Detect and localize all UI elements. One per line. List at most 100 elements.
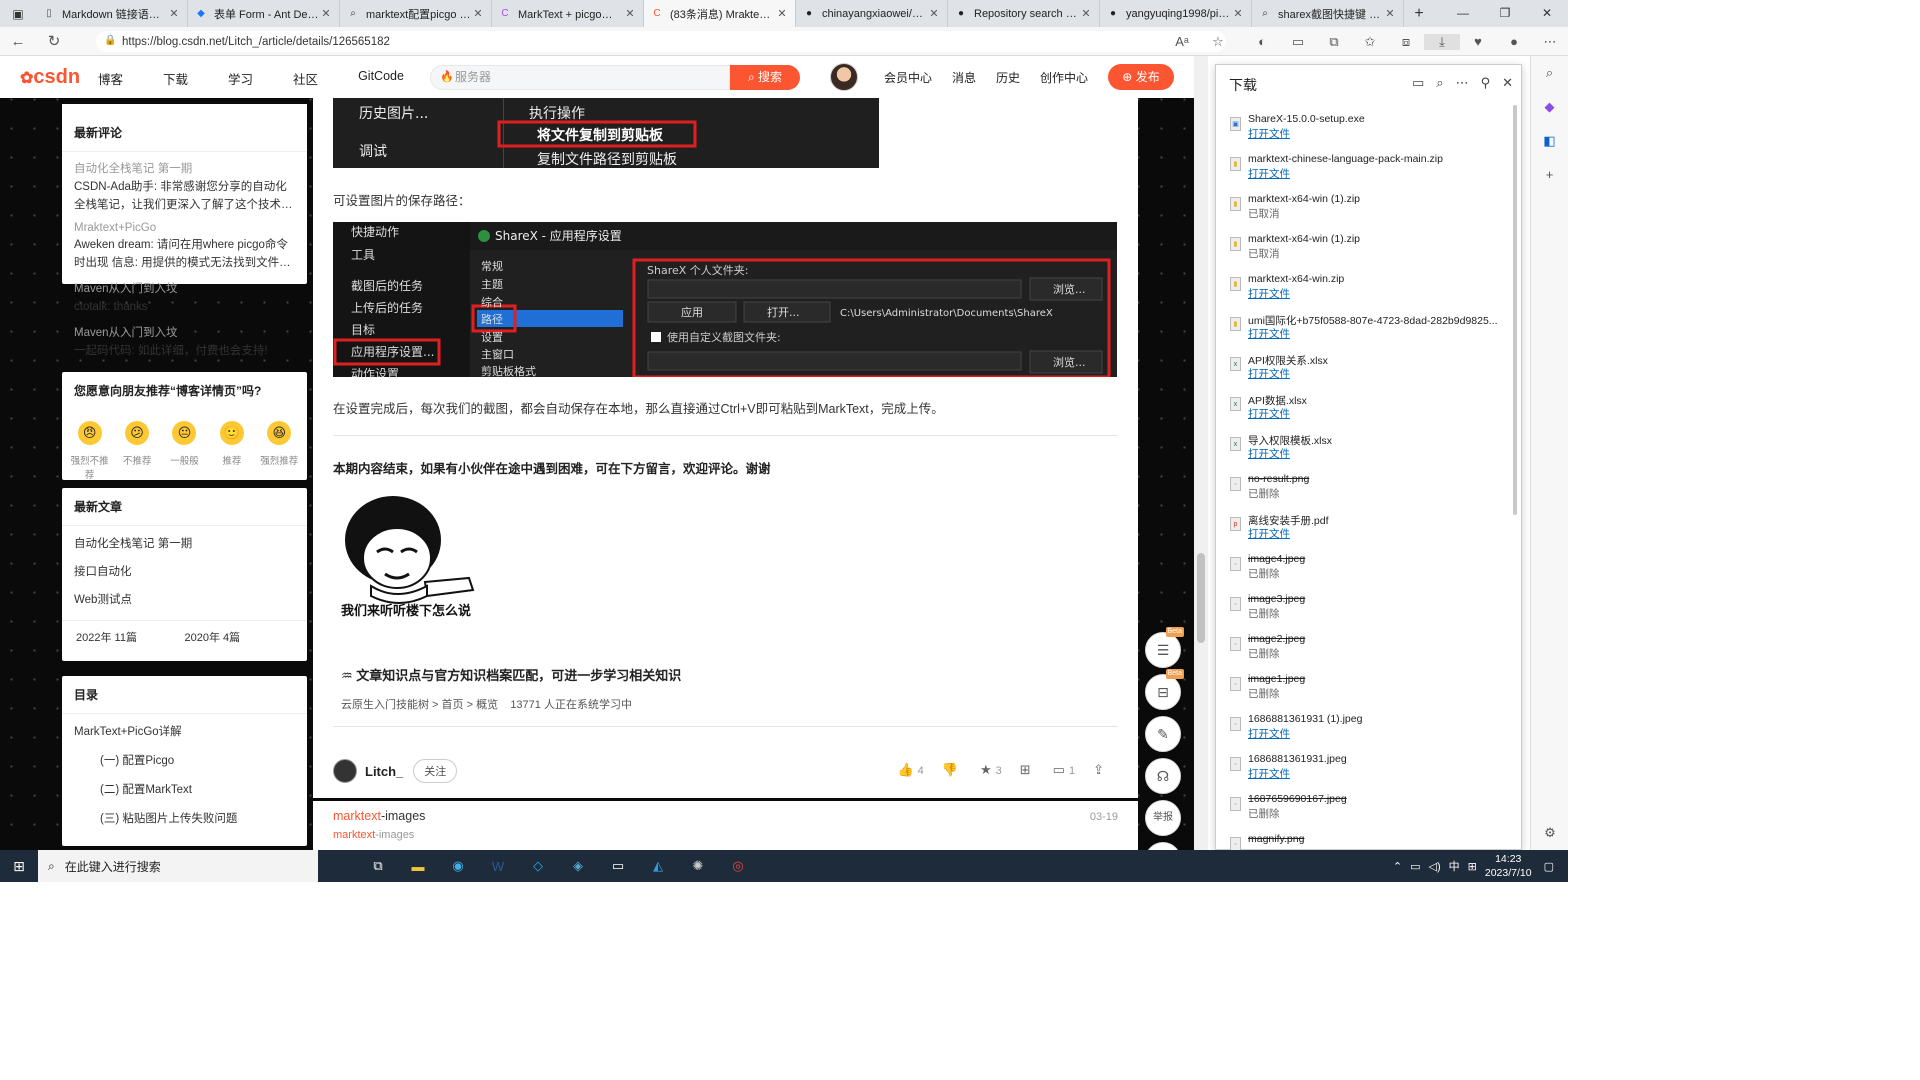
browser-tab[interactable]: C MarkText + picgo图床 ✕ — [492, 0, 644, 27]
page-scrollbar[interactable] — [1194, 56, 1208, 850]
refresh-button[interactable]: ↻ — [36, 32, 72, 50]
download-item[interactable]: ▫ image4.jpeg 已删除 — [1228, 553, 1518, 593]
recommend-option[interactable]: 🙂 推荐 — [210, 421, 254, 481]
latest-article-link[interactable]: 接口自动化 — [62, 558, 307, 586]
app-icon[interactable]: ◭ — [638, 850, 678, 882]
tab-close-icon[interactable]: ✕ — [1383, 7, 1397, 20]
browser-tab[interactable]: ● chinayangxiaowei/mar ✕ — [796, 0, 948, 27]
user-avatar[interactable] — [830, 63, 858, 91]
download-item[interactable]: ▣ ShareX-15.0.0-setup.exe 打开文件 — [1228, 113, 1518, 153]
tab-close-icon[interactable]: ✕ — [319, 7, 333, 20]
extensions-icon[interactable]: ⧉ — [1316, 34, 1352, 50]
toc-item[interactable]: (二) 配置MarkText — [74, 776, 295, 805]
tab-close-icon[interactable]: ✕ — [1231, 7, 1245, 20]
comment-article-link[interactable]: Maven从入门到入坟 — [74, 324, 295, 340]
collections-icon[interactable]: ⧈ — [1388, 34, 1424, 50]
tab-close-icon[interactable]: ✕ — [1079, 7, 1093, 20]
download-item[interactable]: x API数据.xlsx 打开文件 — [1228, 393, 1518, 433]
clock[interactable]: 14:23 2023/7/10 — [1485, 852, 1532, 880]
new-tab-button[interactable]: + — [1404, 5, 1434, 23]
tab-close-icon[interactable]: ✕ — [471, 7, 485, 20]
favorite-button[interactable]: ★ 3 — [980, 762, 1002, 778]
ime-indicator[interactable]: 中 — [1449, 858, 1460, 874]
add-icon[interactable]: + — [1531, 158, 1568, 192]
profile-icon[interactable]: ● — [1496, 34, 1532, 49]
open-file-link[interactable]: 打开文件 — [1248, 366, 1290, 381]
scrollbar-thumb[interactable] — [1197, 553, 1205, 643]
open-file-link[interactable]: 打开文件 — [1248, 446, 1290, 461]
browser-essentials-icon[interactable]: ♥ — [1460, 34, 1496, 49]
vscode-icon[interactable]: ◇ — [518, 850, 558, 882]
download-item[interactable]: x 导入权限模板.xlsx 打开文件 — [1228, 433, 1518, 473]
report-button[interactable]: 举报 — [1145, 800, 1181, 836]
comment-text[interactable]: ctotalk: thanks — [74, 298, 295, 316]
windows-start-icon[interactable]: ⊞ — [0, 858, 38, 875]
toc-item[interactable]: (三) 粘贴图片上传失败问题 — [74, 805, 295, 834]
comment-article-link[interactable]: 自动化全栈笔记 第一期 — [74, 160, 295, 176]
file-explorer-icon[interactable]: ▬ — [398, 850, 438, 882]
chrome-icon[interactable]: ◎ — [718, 850, 758, 882]
restore-button[interactable]: ❐ — [1484, 0, 1526, 27]
open-file-link[interactable]: 打开文件 — [1248, 126, 1290, 141]
browser-tab[interactable]: ● Repository search resu ✕ — [948, 0, 1100, 27]
author-name[interactable]: Litch_ — [365, 764, 403, 779]
read-aloud-icon[interactable]: Aᵃ — [1164, 34, 1200, 49]
download-item[interactable]: ▮ marktext-x64-win (1).zip 已取消 — [1228, 193, 1518, 233]
close-icon[interactable]: ✕ — [1502, 75, 1513, 91]
volume-icon[interactable]: ◁) — [1429, 860, 1441, 873]
tab-close-icon[interactable]: ✕ — [775, 7, 789, 20]
settings-gear-icon[interactable]: ⚙ — [1531, 816, 1569, 850]
pin-icon[interactable]: ⚲ — [1481, 75, 1491, 91]
reward-button[interactable]: ⊞ — [1020, 762, 1035, 778]
knowledge-path[interactable]: 云原生入门技能树 > 首页 > 概览 13771 人正在系统学习中 — [341, 696, 632, 712]
comment-text[interactable]: Aweken dream: 请问在用where picgo命令时出现 信息: 用… — [74, 236, 295, 272]
comment-text[interactable]: 一起码代码: 如此详细，付费也会支持! — [74, 342, 295, 360]
browser-tab[interactable]: ◆ 表单 Form - Ant Design ✕ — [188, 0, 340, 27]
browser-tab[interactable]: ▯ Markdown 链接语法 | M ✕ — [36, 0, 188, 27]
comment-article-link[interactable]: Mraktext+PicGo — [74, 222, 295, 234]
nav-item[interactable]: GitCode — [358, 69, 424, 88]
open-file-link[interactable]: 打开文件 — [1248, 526, 1290, 541]
comment-button[interactable]: ▭ 1 — [1053, 762, 1075, 778]
latest-article-link[interactable]: 自动化全栈笔记 第一期 — [62, 530, 307, 558]
archive-year-link[interactable]: 2020年 4篇 — [185, 629, 294, 645]
share-button[interactable]: ⇪ — [1093, 762, 1108, 778]
browser-tab[interactable]: C (83条消息) Mraktext+P ✕ — [644, 0, 796, 27]
download-item[interactable]: ▫ 1687659690167.jpeg 已删除 — [1228, 793, 1518, 833]
app-icon[interactable]: ✺ — [678, 850, 718, 882]
settings-more-icon[interactable]: ⋯ — [1532, 34, 1568, 50]
folder-icon[interactable]: ▭ — [1412, 75, 1424, 91]
notification-icon[interactable]: ▢ — [1544, 860, 1554, 873]
open-file-link[interactable]: 打开文件 — [1248, 766, 1290, 781]
back-button[interactable]: ← — [0, 33, 36, 50]
downloads-icon[interactable]: ⤓ — [1424, 33, 1460, 50]
author-avatar[interactable] — [333, 759, 357, 783]
download-item[interactable]: ▮ umi国际化+b75f0588-807e-4723-8dad-282b9d98… — [1228, 313, 1518, 353]
toc-item[interactable]: MarkText+PicGo详解 — [74, 718, 295, 747]
search-button[interactable]: ⌕ 搜索 — [730, 65, 800, 90]
outline-button[interactable]: ☰ Beta — [1145, 627, 1184, 668]
minimize-button[interactable]: — — [1442, 0, 1484, 27]
open-file-link[interactable]: 打开文件 — [1248, 166, 1290, 181]
browser-tab[interactable]: ● yangyuqing1998/pic-r ✕ — [1100, 0, 1252, 27]
taskbar-search[interactable]: ⌕ 在此键入进行搜索 — [38, 850, 318, 882]
task-view-icon[interactable]: ⧉ — [358, 850, 398, 882]
download-item[interactable]: ▫ 1686881361931 (1).jpeg 打开文件 — [1228, 713, 1518, 753]
open-file-link[interactable]: 打开文件 — [1248, 326, 1290, 341]
recommend-option[interactable]: 😠 强烈不推荐 — [68, 421, 112, 481]
user-nav-item[interactable]: 会员中心 — [884, 69, 932, 86]
recommend-option[interactable]: 😕 不推荐 — [115, 421, 159, 481]
recommend-option[interactable]: 😆 强烈推荐 — [257, 421, 301, 481]
download-item[interactable]: ▫ image3.jpeg 已删除 — [1228, 593, 1518, 633]
browser-tab[interactable]: ⌕ sharex截图快捷键 - 搜 ✕ — [1252, 0, 1404, 27]
terminal-icon[interactable]: ▭ — [598, 850, 638, 882]
marktext-icon[interactable]: ◈ — [558, 850, 598, 882]
latest-article-link[interactable]: Web测试点 — [62, 586, 307, 614]
download-item[interactable]: ▮ marktext-x64-win (1).zip 已取消 — [1228, 233, 1518, 273]
download-item[interactable]: p 离线安装手册.pdf 打开文件 — [1228, 513, 1518, 553]
favorite-star-icon[interactable]: ☆ — [1200, 34, 1236, 50]
support-button[interactable]: ☊ — [1145, 758, 1181, 794]
downloads-scrollbar[interactable] — [1513, 105, 1517, 515]
more-icon[interactable]: ⋯ — [1456, 75, 1469, 91]
search-icon[interactable]: ⌕ — [1436, 75, 1443, 91]
